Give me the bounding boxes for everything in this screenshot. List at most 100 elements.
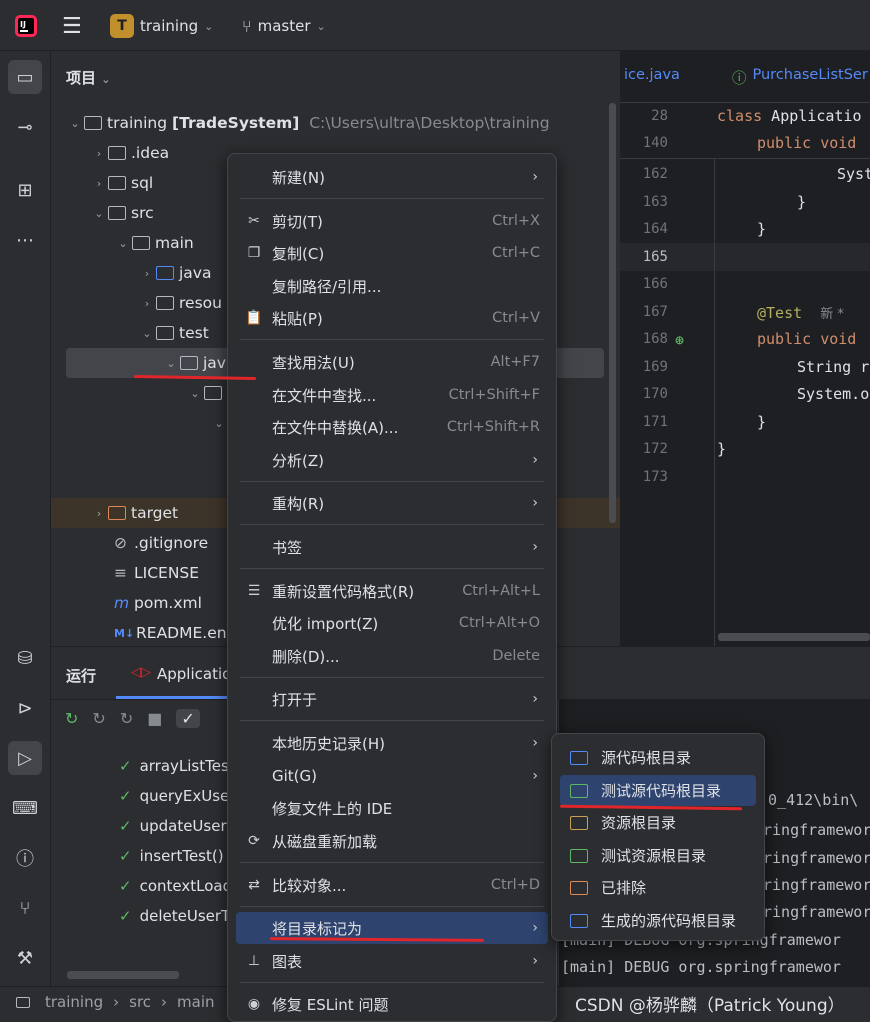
markdown-icon: M↓: [114, 626, 135, 640]
text-file-icon: ≡: [114, 564, 127, 582]
menu-item-local-history[interactable]: 本地历史记录(H) ›: [236, 727, 548, 759]
menu-item-find-in-files[interactable]: 在文件中查找... Ctrl+Shift+F: [236, 379, 548, 411]
menu-item-open-in[interactable]: 打开于 ›: [236, 683, 548, 715]
test-tree-scrollbar[interactable]: [67, 971, 179, 979]
toggle-auto-test-icon[interactable]: ↻: [120, 709, 133, 728]
run-tab[interactable]: ◁▷ Applicatio: [131, 665, 231, 683]
folder-icon: [132, 236, 150, 250]
problems-icon[interactable]: ⓘ: [8, 841, 42, 875]
app-logo-icon[interactable]: IJ: [14, 13, 38, 39]
menu-item-diagrams[interactable]: ⊥ 图表 ›: [236, 945, 548, 977]
breadcrumb-item[interactable]: src: [129, 993, 151, 1011]
test-sources-root-icon: [570, 783, 588, 798]
line-number: 162: [642, 166, 668, 182]
rerun-icon[interactable]: ↻: [65, 709, 78, 728]
database-icon[interactable]: ⛁: [8, 641, 42, 675]
project-switcher[interactable]: T training ⌄: [110, 13, 213, 39]
test-result[interactable]: ✓ updateUser: [119, 811, 227, 841]
menu-separator: [240, 720, 544, 721]
submenu-item-sources-root[interactable]: 源代码根目录: [560, 742, 756, 773]
tree-item-readme[interactable]: M↓ README.en: [114, 618, 227, 648]
rerun-failed-icon[interactable]: ↻: [92, 709, 105, 728]
build-hammer-icon[interactable]: ⚒: [8, 941, 42, 975]
tree-item-subpackage[interactable]: ⌄: [210, 408, 228, 438]
menu-item-fix-eslint[interactable]: ◉ 修复 ESLint 问题: [236, 988, 548, 1020]
menu-item-compare-with[interactable]: ⇄ 比较对象... Ctrl+D: [236, 869, 548, 901]
menu-item-bookmarks[interactable]: 书签 ›: [236, 531, 548, 563]
tree-item-package[interactable]: ⌄: [186, 378, 227, 408]
test-result[interactable]: ✓ arrayListTes: [119, 751, 229, 781]
git-icon[interactable]: ⑂: [8, 891, 42, 925]
breadcrumb-item[interactable]: training: [45, 993, 103, 1011]
menu-item-replace-in-files[interactable]: 在文件中替换(A)... Ctrl+Shift+R: [236, 411, 548, 443]
run-icon[interactable]: ▷: [8, 741, 42, 775]
menu-item-delete[interactable]: 删除(D)... Delete: [236, 640, 548, 672]
tree-root[interactable]: ⌄ training [TradeSystem] C:\Users\ultra\…: [66, 108, 549, 138]
eslint-icon: ◉: [247, 996, 261, 1012]
test-result[interactable]: ✓ contextLoad: [119, 871, 232, 901]
menu-item-new[interactable]: 新建(N) ›: [236, 161, 548, 193]
menu-item-git[interactable]: Git(G) ›: [236, 760, 548, 792]
tree-item-target[interactable]: › target: [90, 498, 178, 528]
tree-item-license[interactable]: ≡ LICENSE: [114, 558, 199, 588]
main-menu-icon[interactable]: ☰: [62, 13, 82, 39]
menu-separator: [240, 198, 544, 199]
check-icon: ✓: [119, 757, 132, 775]
tree-item-pom[interactable]: m pom.xml: [114, 588, 202, 618]
tree-root-label: training: [107, 114, 168, 132]
tab-purchase-list[interactable]: ⓘ PurchaseListSer: [732, 67, 868, 88]
menu-item-repair-ide[interactable]: 修复文件上的 IDE: [236, 792, 548, 824]
tree-item-src[interactable]: ⌄ src: [90, 198, 153, 228]
stop-icon[interactable]: ■: [147, 709, 162, 728]
project-panel-title[interactable]: 项目 ⌄: [66, 67, 110, 88]
submenu-item-excluded[interactable]: 已排除: [560, 872, 756, 903]
structure-icon[interactable]: ⊞: [8, 173, 42, 207]
tree-item-label: pom.xml: [134, 594, 202, 612]
menu-item-analyze[interactable]: 分析(Z) ›: [236, 444, 548, 476]
project-folder-icon[interactable]: ▭: [8, 60, 42, 94]
tree-item-main[interactable]: ⌄ main: [114, 228, 193, 258]
code-editor[interactable]: ice.java ⓘ PurchaseListSer 28 class Appli…: [620, 51, 870, 646]
tree-item-idea[interactable]: › .idea: [90, 138, 169, 168]
menu-item-find-usages[interactable]: 查找用法(U) Alt+F7: [236, 346, 548, 378]
terminal-icon[interactable]: ⌨: [8, 791, 42, 825]
breadcrumb-item[interactable]: main: [177, 993, 214, 1011]
tree-item-test[interactable]: ⌄ test: [138, 318, 208, 348]
menu-item-refactor[interactable]: 重构(R) ›: [236, 487, 548, 519]
services-icon[interactable]: ⊳: [8, 691, 42, 725]
submenu-item-test-resources-root[interactable]: 测试资源根目录: [560, 840, 756, 871]
test-result[interactable]: ✓ insertTest(): [119, 841, 224, 871]
menu-item-cut[interactable]: ✂ 剪切(T) Ctrl+X: [236, 205, 548, 237]
paste-icon: 📋: [245, 310, 263, 326]
menu-item-paste[interactable]: 📋 粘贴(P) Ctrl+V: [236, 302, 548, 334]
check-icon: ✓: [119, 847, 132, 865]
test-result[interactable]: ✓ deleteUserT: [119, 901, 230, 931]
menu-item-reformat[interactable]: ☰ 重新设置代码格式(R) Ctrl+Alt+L: [236, 575, 548, 607]
branch-switcher[interactable]: ⑂ master ⌄: [242, 13, 326, 39]
tab-service-java[interactable]: ice.java: [624, 67, 680, 83]
editor-h-scrollbar[interactable]: [718, 633, 870, 641]
line-number: 140: [642, 135, 668, 151]
tree-item-java[interactable]: › java: [138, 258, 212, 288]
menu-item-optimize-imports[interactable]: 优化 import(Z) Ctrl+Alt+O: [236, 607, 548, 639]
ignore-file-icon: ⊘: [114, 534, 127, 552]
more-icon[interactable]: ⋯: [8, 223, 42, 257]
copy-icon: ❐: [247, 245, 261, 261]
project-scrollbar[interactable]: [609, 103, 616, 523]
menu-item-copy-path[interactable]: 复制路径/引用...: [236, 270, 548, 302]
submenu-item-resources-root[interactable]: 资源根目录: [560, 807, 756, 838]
run-panel-title: 运行: [66, 667, 97, 685]
chevron-down-icon: ⌄: [204, 19, 214, 33]
menu-item-reload-from-disk[interactable]: ⟳ 从磁盘重新加载: [236, 825, 548, 857]
run-test-gutter-icon[interactable]: ⊛: [675, 331, 684, 349]
tree-item-gitignore[interactable]: ⊘ .gitignore: [114, 528, 208, 558]
submenu-item-test-sources-root[interactable]: 测试源代码根目录: [560, 775, 756, 806]
menu-item-copy[interactable]: ❐ 复制(C) Ctrl+C: [236, 237, 548, 269]
show-passed-icon[interactable]: ✓: [176, 709, 200, 728]
tree-item-test-java[interactable]: ⌄ jav: [162, 348, 226, 378]
test-result[interactable]: ✓ queryExUse: [119, 781, 229, 811]
submenu-item-generated-sources-root[interactable]: 生成的源代码根目录: [560, 905, 756, 936]
tree-item-sql[interactable]: › sql: [90, 168, 153, 198]
tree-item-resources[interactable]: › resou: [138, 288, 222, 318]
commit-icon[interactable]: ⊸: [8, 110, 42, 144]
